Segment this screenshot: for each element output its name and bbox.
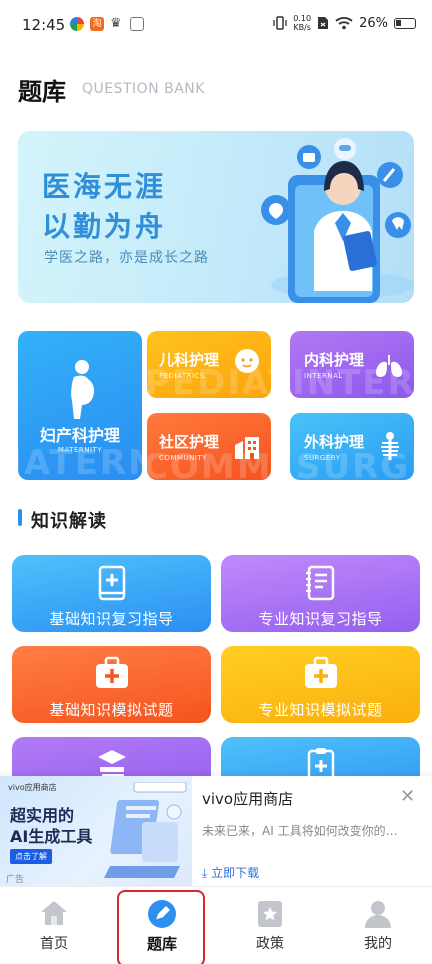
download-icon: ⤓ [202,866,208,880]
card-basic-mock[interactable]: 基础知识模拟试题 [12,646,211,723]
sim-icon [318,17,329,29]
bottom-nav: 首页 题库 政策 我的 [0,886,432,964]
category-subtitle: MATERNITY [57,446,103,454]
category-subtitle: SURGERY [304,454,341,462]
banner-line-2: 以勤为舟 [42,210,167,243]
ad-download-link[interactable]: ⤓ 立即下载 [202,864,259,881]
medical-kit-icon [304,656,337,688]
category-internal[interactable]: INTERNAL 内科护理 INTERNAL [290,331,414,398]
net-speed: 0.10 KB/s [293,14,312,32]
status-time: 12:45 [22,16,66,34]
banner-tagline: 学医之路，亦是成长之路 [44,250,209,266]
home-icon [41,901,67,925]
wifi-icon [335,17,353,30]
ai-tool-illustration [104,782,187,878]
user-icon [365,901,391,928]
tab-mine[interactable]: 我的 [338,887,418,957]
battery-percent: 26% [359,15,388,31]
medical-kit-icon [95,656,128,688]
section-accent-bar [18,509,22,526]
ad-close-icon[interactable]: ✕ [400,786,415,807]
ad-title: vivo应用商店 [202,790,294,808]
category-surgery[interactable]: SURGERY 外科护理 SURGERY [290,413,414,480]
card-label: 基础知识模拟试题 [49,701,174,719]
ad-banner[interactable]: vivo应用商店 超实用的 AI生成工具 点击了解 广告 vivo应用商店 未来… [0,776,432,886]
policy-icon [258,901,282,927]
banner-line-1: 医海无涯 [42,170,167,203]
notification-icons: 淘 ♛ [70,17,144,31]
battery-icon [394,17,416,29]
page-subtitle: QUESTION BANK [82,81,205,97]
card-label: 基础知识复习指导 [49,610,174,628]
category-pediatrics[interactable]: PEDIATRICS 儿科护理 PEDIATRICS [147,331,271,398]
baby-face-icon [235,349,259,373]
crown-icon: ♛ [110,16,122,31]
system-icons: 0.10 KB/s 26% [273,14,416,32]
page-title: 题库 [18,78,66,106]
app-icon-1 [70,17,84,31]
hero-banner[interactable]: 医海无涯 以勤为舟 学医之路，亦是成长之路 [18,131,414,303]
building-icon [235,437,259,459]
highlight-annotation [117,890,205,964]
category-title: 妇产科护理 [39,426,120,445]
section-title: 知识解读 [31,511,107,532]
category-title: 内科护理 [304,351,365,369]
card-pro-mock[interactable]: 专业知识模拟试题 [221,646,420,723]
category-title: 儿科护理 [159,351,220,369]
category-subtitle: PEDIATRICS [159,372,205,380]
tab-label: 我的 [364,936,392,952]
tab-label: 政策 [256,936,284,952]
category-subtitle: INTERNAL [304,372,343,380]
ad-store-mini: vivo应用商店 [8,783,57,792]
card-pro-review[interactable]: 专业知识复习指导 [221,555,420,632]
tab-home[interactable]: 首页 [14,887,94,957]
ad-description: 未来已来，AI 工具将如何改变你的… [202,824,398,838]
image-icon [130,17,144,31]
ad-mark: 广告 [6,875,25,885]
lungs-icon [376,355,402,377]
doctor-illustration [261,138,414,303]
pregnant-woman-icon [71,360,95,419]
category-title: 社区护理 [159,433,220,451]
card-label: 专业知识模拟试题 [258,701,383,719]
card-label: 专业知识复习指导 [258,610,383,628]
ad-image[interactable]: vivo应用商店 超实用的 AI生成工具 点击了解 广告 [0,776,192,886]
status-bar: 12:45 淘 ♛ 0.10 KB/s 26% [0,0,432,52]
book-plus-icon [98,565,125,601]
category-maternity[interactable]: MATERNITY 妇产科护理 MATERNITY [18,331,142,480]
category-subtitle: COMMUNITY [159,454,207,462]
tab-policy[interactable]: 政策 [230,887,310,957]
category-title: 外科护理 [304,433,365,451]
skeleton-icon [381,432,399,460]
vibrate-icon [273,16,287,30]
category-community[interactable]: COMMUNITY 社区护理 COMMUNITY [147,413,271,480]
app-icon-2: 淘 [90,17,104,31]
ad-cta-mini[interactable]: 点击了解 [10,849,52,864]
tab-label: 首页 [40,936,68,952]
card-basic-review[interactable]: 基础知识复习指导 [12,555,211,632]
notebook-icon [305,565,334,601]
ad-headline: 超实用的 AI生成工具 [10,806,93,846]
